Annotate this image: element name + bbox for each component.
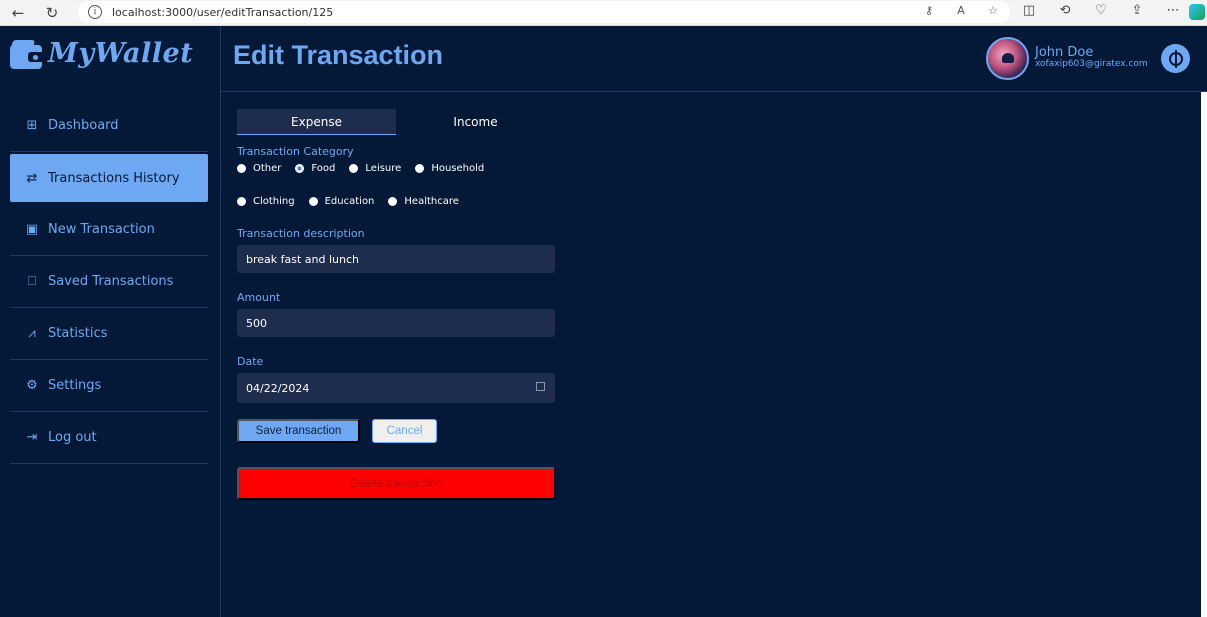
- cancel-button[interactable]: Cancel: [372, 419, 437, 443]
- radio-button[interactable]: [308, 197, 318, 206]
- tab-income[interactable]: Income: [396, 109, 555, 135]
- radio-food[interactable]: Food: [295, 163, 335, 174]
- wallet-icon: [10, 39, 44, 69]
- radio-education[interactable]: Education: [308, 196, 375, 207]
- split-screen-icon[interactable]: ◫: [1018, 3, 1040, 18]
- bookmark-icon: ⎕: [28, 274, 36, 289]
- save-transaction-button[interactable]: Save transaction: [237, 419, 360, 443]
- brand-logo[interactable]: MyWallet: [10, 38, 193, 69]
- amount-label: Amount: [237, 291, 281, 304]
- radio-button[interactable]: [388, 197, 398, 206]
- description-label: Transaction description: [237, 227, 365, 240]
- info-icon[interactable]: i: [88, 5, 102, 19]
- tab-expense[interactable]: Expense: [237, 109, 396, 135]
- grid-icon: ⊞: [26, 118, 38, 133]
- radio-label: Food: [311, 163, 336, 174]
- address-bar[interactable]: i localhost:3000/user/editTransaction/12…: [78, 1, 1010, 23]
- description-input[interactable]: break fast and lunch: [237, 245, 555, 273]
- sidebar-item-saved-transactions[interactable]: ⎕ Saved Transactions: [10, 256, 208, 308]
- avatar[interactable]: [986, 37, 1029, 80]
- date-label: Date: [237, 355, 264, 368]
- sidebar-item-label: Log out: [48, 430, 97, 445]
- radio-healthcare[interactable]: Healthcare: [388, 196, 459, 207]
- date-value: 04/22/2024: [246, 381, 310, 395]
- radio-label: Other: [253, 163, 282, 174]
- radio-leisure[interactable]: Leisure: [349, 163, 401, 174]
- sidebar-item-settings[interactable]: ⚙ Settings: [10, 360, 208, 412]
- radio-label: Healthcare: [404, 196, 459, 207]
- radio-button[interactable]: [237, 197, 246, 206]
- sidebar-item-label: Saved Transactions: [48, 274, 174, 289]
- scrollbar[interactable]: [1201, 92, 1207, 617]
- amount-input[interactable]: 500: [237, 309, 555, 337]
- radio-button[interactable]: [237, 164, 246, 173]
- sidebar-item-label: Dashboard: [48, 118, 119, 133]
- copilot-icon[interactable]: [1189, 4, 1205, 20]
- browser-toolbar: ← ↻ i localhost:3000/user/editTransactio…: [0, 0, 1207, 26]
- sidebar-item-statistics[interactable]: ⩘ Statistics: [10, 308, 208, 360]
- arrows-exchange-icon: ⇄: [26, 170, 38, 186]
- date-input[interactable]: 04/22/2024: [237, 373, 555, 403]
- sidebar-item-label: Statistics: [48, 326, 108, 341]
- sidebar-item-label: Transactions History: [48, 170, 180, 186]
- extensions-icon[interactable]: ♡: [1090, 3, 1112, 18]
- calendar-icon[interactable]: [536, 382, 545, 391]
- user-name: John Doe: [1035, 45, 1094, 60]
- sidebar: MyWallet ⊞ Dashboard ⇄ Transactions Hist…: [0, 26, 221, 617]
- theme-icon: [1168, 49, 1183, 68]
- logout-icon: ⇥: [26, 430, 38, 445]
- radio-button[interactable]: [349, 164, 359, 173]
- sidebar-item-label: New Transaction: [48, 222, 155, 237]
- sidebar-item-label: Settings: [48, 378, 102, 393]
- sidebar-item-logout[interactable]: ⇥ Log out: [10, 412, 208, 464]
- read-aloud-icon[interactable]: A: [952, 4, 970, 17]
- page-header: Edit Transaction John Doe xofaxip603@gir…: [221, 26, 1207, 92]
- radio-clothing[interactable]: Clothing: [237, 196, 295, 207]
- sidebar-item-new-transaction[interactable]: ▣ New Transaction: [10, 204, 208, 256]
- history-icon[interactable]: ⟲: [1054, 3, 1076, 18]
- share-icon[interactable]: ⇪: [1126, 3, 1148, 18]
- radio-label: Household: [431, 163, 485, 174]
- user-email: xofaxip603@giratex.com: [1035, 59, 1148, 69]
- radio-label: Clothing: [253, 196, 295, 207]
- brand-name: MyWallet: [48, 38, 194, 69]
- favorite-star-icon[interactable]: ☆: [984, 4, 1002, 17]
- sidebar-item-transactions-history[interactable]: ⇄ Transactions History: [10, 154, 208, 202]
- reload-icon[interactable]: ↻: [40, 1, 64, 25]
- sidebar-item-dashboard[interactable]: ⊞ Dashboard: [10, 100, 208, 152]
- radio-label: Education: [324, 196, 375, 207]
- more-options-icon[interactable]: ⋯: [1162, 3, 1184, 18]
- key-icon[interactable]: ⚷: [920, 4, 938, 17]
- category-radio-row: Other Food Leisure Household: [237, 163, 498, 174]
- sidebar-menu: ⊞ Dashboard ⇄ Transactions History ▣ New…: [10, 100, 208, 464]
- url-text[interactable]: localhost:3000/user/editTransaction/125: [112, 6, 333, 19]
- delete-transaction-button[interactable]: Delete transaction: [237, 467, 556, 500]
- radio-button[interactable]: [415, 164, 425, 173]
- transaction-type-tabs: Expense Income: [237, 109, 555, 135]
- page-title: Edit Transaction: [233, 40, 444, 70]
- category-label: Transaction Category: [237, 145, 354, 158]
- back-arrow-icon[interactable]: ←: [6, 1, 30, 25]
- category-radio-row: Clothing Education Healthcare: [237, 196, 473, 207]
- radio-other[interactable]: Other: [237, 163, 281, 174]
- theme-toggle-button[interactable]: [1161, 44, 1190, 73]
- radio-button-checked[interactable]: [295, 164, 305, 173]
- radio-household[interactable]: Household: [415, 163, 484, 174]
- calendar-plus-icon: ▣: [25, 222, 39, 237]
- gear-icon: ⚙: [26, 378, 38, 393]
- radio-label: Leisure: [365, 163, 402, 174]
- chart-line-icon: ⩘: [28, 326, 36, 341]
